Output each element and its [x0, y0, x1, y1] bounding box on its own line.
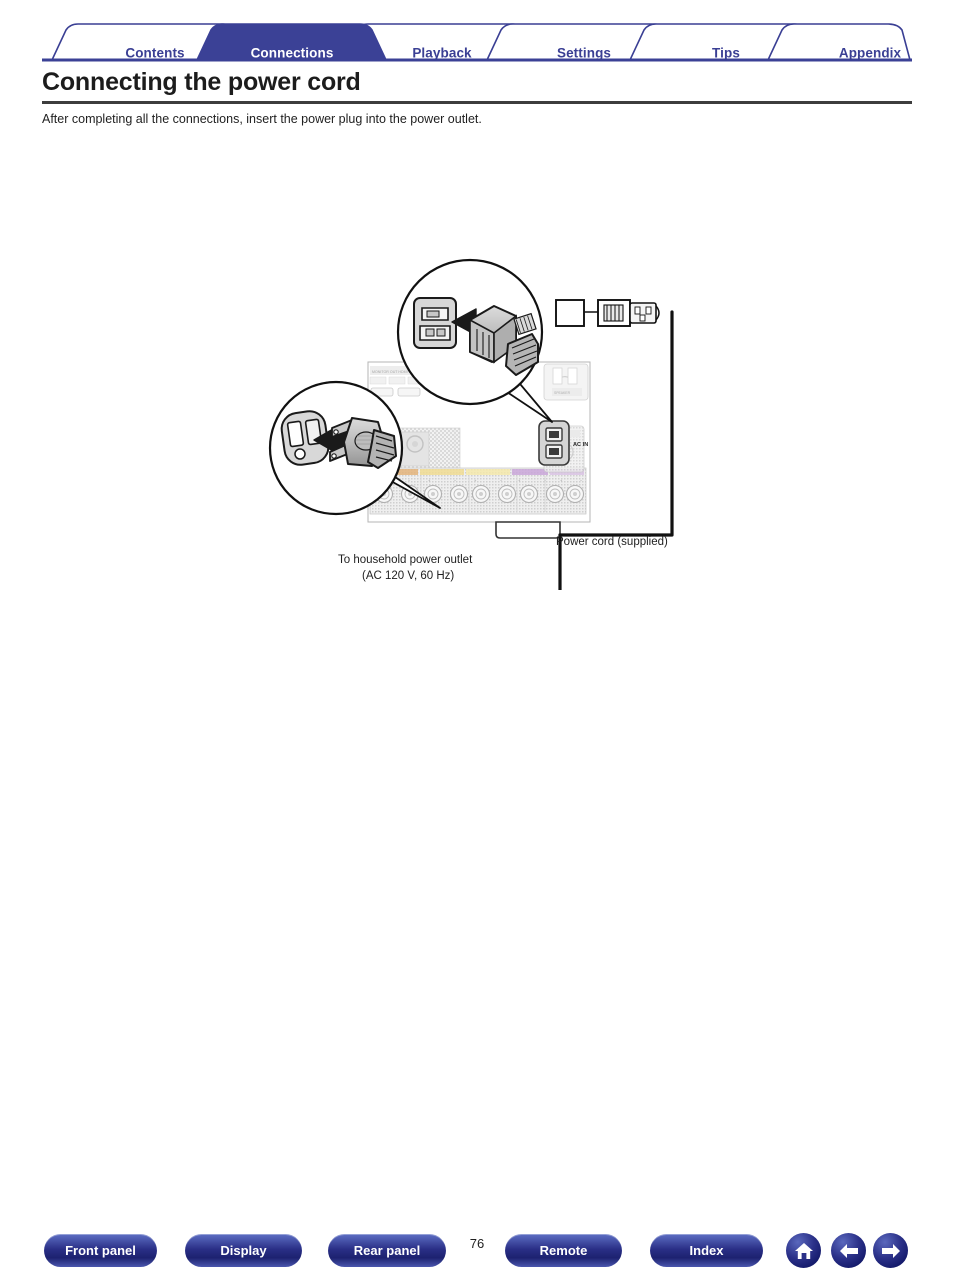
section-tabs: Contents Connections Playback Settings T…: [42, 22, 912, 62]
iec-connector-right: [555, 299, 660, 327]
footer-button-label: Index: [689, 1243, 724, 1258]
footer-button-label: Rear panel: [353, 1243, 421, 1258]
arrow-right-icon: [881, 1243, 900, 1258]
tab-tips[interactable]: Tips: [712, 46, 740, 61]
forward-button[interactable]: [873, 1233, 908, 1268]
caption-power-cord: Power cord (supplied): [556, 536, 668, 548]
arrow-left-icon: [839, 1243, 858, 1258]
svg-text:SPEAKER: SPEAKER: [554, 391, 571, 395]
footer-button-display[interactable]: Display: [185, 1234, 302, 1267]
footer-button-label: Front panel: [65, 1243, 136, 1258]
rear-panel-side-module: SPEAKER: [543, 363, 589, 401]
home-icon: [794, 1242, 813, 1259]
cord-segment-bottom: [558, 533, 562, 590]
title-divider: [42, 101, 912, 104]
intro-paragraph: After completing all the connections, in…: [42, 112, 482, 126]
svg-text:MONITOR OUT HDMI 1: MONITOR OUT HDMI 1: [372, 370, 411, 374]
rear-panel-speaker-terminals: +− +− +− +− +−: [369, 467, 587, 515]
footer-button-remote[interactable]: Remote: [505, 1234, 622, 1267]
back-button[interactable]: [831, 1233, 866, 1268]
magnified-ac-inlet: [413, 297, 457, 349]
home-button[interactable]: [786, 1233, 821, 1268]
tab-settings[interactable]: Settings: [557, 46, 611, 61]
tab-appendix[interactable]: Appendix: [839, 46, 901, 61]
tab-contents[interactable]: Contents: [125, 46, 184, 61]
ac-in-label: AC IN: [573, 442, 588, 448]
caption-outlet-line2: (AC 120 V, 60 Hz): [362, 570, 455, 582]
receiver-stand: [495, 521, 561, 539]
tab-playback[interactable]: Playback: [412, 46, 471, 61]
footer-button-index[interactable]: Index: [650, 1234, 763, 1267]
footer-button-rear-panel[interactable]: Rear panel: [328, 1234, 446, 1267]
page-number: 76: [469, 1236, 485, 1251]
footer-navigation: Front panel Display Rear panel 76 Remote…: [0, 614, 954, 1268]
page-title: Connecting the power cord: [42, 68, 361, 96]
footer-button-label: Display: [220, 1243, 267, 1258]
footer-button-front-panel[interactable]: Front panel: [44, 1234, 157, 1267]
power-cord-diagram: MONITOR OUT HDMI 1 − + − + − + + − SPEAK…: [0, 130, 954, 590]
caption-outlet-line1: To household power outlet: [338, 554, 473, 566]
footer-button-label: Remote: [539, 1243, 588, 1258]
tab-connections[interactable]: Connections: [251, 46, 334, 61]
